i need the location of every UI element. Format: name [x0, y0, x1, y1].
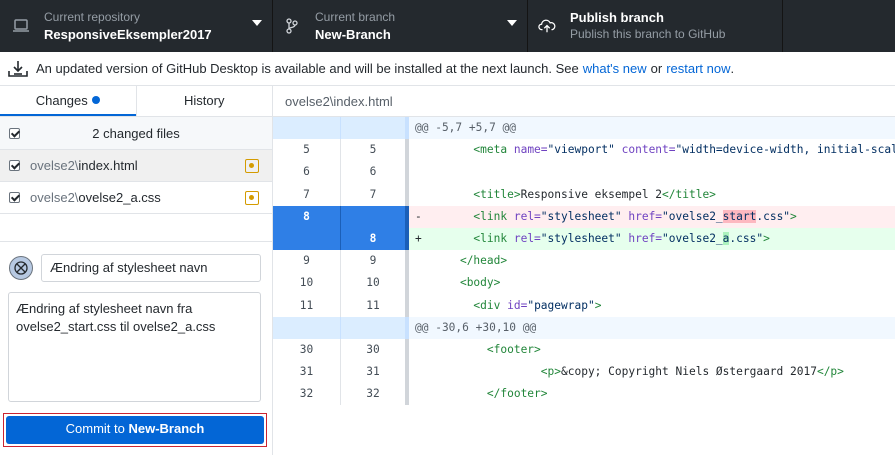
banner-end: . [730, 61, 735, 76]
file-row[interactable]: ovelse2\index.html [0, 150, 272, 182]
old-line-number: 11 [273, 294, 341, 317]
download-icon [8, 60, 28, 78]
new-line-number: 8 [341, 227, 409, 251]
diff-line[interactable]: 66 [273, 161, 895, 184]
commit-button-focus-ring: Commit to New-Branch [3, 413, 267, 447]
tab-history-label: History [184, 93, 225, 108]
branch-icon [283, 17, 301, 35]
cloud-upload-icon [538, 17, 556, 35]
new-line-number: 9 [341, 250, 409, 273]
diff-line[interactable]: 99 </head> [273, 250, 895, 273]
old-line-number: 7 [273, 183, 341, 206]
select-all-checkbox[interactable] [9, 127, 20, 139]
diff-line[interactable]: 77 <title>Responsive eksempel 2</title> [273, 183, 895, 206]
new-line-number: 10 [341, 272, 409, 295]
file-path-header: ovelse2\index.html [273, 86, 895, 117]
code-line: <body> [459, 276, 501, 290]
old-line-number: 30 [273, 338, 341, 362]
code-line: + <link rel="stylesheet" href="ovelse2_a… [415, 231, 770, 245]
file-row[interactable]: ovelse2\ovelse2_a.css [0, 182, 272, 214]
diff-line[interactable]: 30 30 <footer> [273, 338, 895, 362]
file-path: ovelse2\ovelse2_a.css [30, 190, 161, 205]
code-line: </head> [459, 254, 508, 268]
old-line-number: 8 [273, 205, 341, 228]
publish-subtitle: Publish this branch to GitHub [570, 27, 726, 41]
changes-indicator-dot [91, 96, 100, 104]
code-line: - <link rel="stylesheet" href="ovelse2_s… [415, 209, 797, 223]
old-line-number: 5 [273, 139, 341, 162]
diff-line[interactable]: 11 11 <div id="pagewrap"> [273, 294, 895, 317]
diff-line[interactable]: 55 <meta name="viewport" content="width=… [273, 139, 895, 162]
update-banner: An updated version of GitHub Desktop is … [0, 52, 895, 86]
tab-changes-label: Changes [35, 93, 88, 108]
laptop-icon [12, 17, 30, 35]
chevron-down-icon [252, 20, 262, 26]
old-line-number [273, 227, 341, 251]
commit-button[interactable]: Commit to New-Branch [6, 416, 264, 444]
diff-line-added[interactable]: 8 + <link rel="stylesheet" href="ovelse2… [273, 227, 895, 251]
code-line: <footer> [486, 342, 541, 356]
restart-now-link[interactable]: restart now [666, 61, 730, 76]
toolbar: Current repository ResponsiveEksempler20… [0, 0, 895, 52]
old-line-number: 6 [273, 161, 341, 184]
old-line-number: 9 [273, 250, 341, 273]
diff-line[interactable]: 31 31 <p>&copy; Copyright Niels Østergaar… [273, 361, 895, 384]
changed-files-count: 2 changed files [92, 125, 180, 141]
file-modified-icon [245, 158, 259, 173]
commit-description-input[interactable]: Ændring af stylesheet navn fra ovelse2_s… [8, 292, 261, 402]
commit-button-branch: New-Branch [128, 421, 205, 436]
code-line: <div id="pagewrap"> [473, 298, 602, 312]
sidebar: Changes History 2 changed files ovelse2\… [0, 86, 273, 455]
whats-new-link[interactable]: what's new [583, 61, 647, 76]
repository-label: Current repository [44, 10, 141, 24]
diff-line[interactable]: 32 32 </footer> [273, 383, 895, 406]
chevron-down-icon [507, 20, 517, 26]
diff-line-deleted[interactable]: 8 - <link rel="stylesheet" href="ovelse2… [273, 205, 895, 228]
old-line-number: 32 [273, 383, 341, 406]
branch-label: Current branch [315, 10, 396, 24]
branch-name: New-Branch [315, 27, 391, 42]
avatar [9, 256, 33, 280]
new-line-number: 31 [341, 361, 409, 384]
old-line-number: 31 [273, 361, 341, 384]
changed-files-header: 2 changed files [0, 117, 272, 150]
file-modified-icon [245, 190, 259, 205]
diff-line[interactable]: 10 10 <body> [273, 272, 895, 295]
code-line: <meta name="viewport" content="width=dev… [473, 143, 895, 157]
new-line-number: 11 [341, 294, 409, 317]
hunk-header[interactable]: @@ -30,6 +30,10 @@ [273, 316, 895, 339]
tab-history[interactable]: History [135, 86, 273, 116]
branch-selector[interactable]: Current branch New-Branch [273, 0, 528, 52]
old-line-number: 10 [273, 272, 341, 295]
commit-button-prefix: Commit to [65, 421, 129, 436]
new-line-number [341, 205, 409, 228]
sidebar-tabs: Changes History [0, 86, 272, 117]
banner-text: An updated version of GitHub Desktop is … [36, 61, 579, 76]
commit-message-area: Ændring af stylesheet navn Ændring af st… [0, 241, 272, 455]
repository-name: ResponsiveEksempler2017 [44, 27, 212, 42]
diff-panel: ovelse2\index.html @@ -5,7 +5,7 @@ 55 <m… [273, 86, 895, 455]
code-line: </footer> [486, 387, 548, 401]
file-path: ovelse2\index.html [30, 158, 138, 173]
banner-or: or [650, 61, 663, 76]
commit-summary-input[interactable]: Ændring af stylesheet navn [41, 254, 261, 282]
new-line-number: 5 [341, 139, 409, 162]
hunk-header[interactable]: @@ -5,7 +5,7 @@ [273, 117, 895, 140]
new-line-number: 7 [341, 183, 409, 206]
file-checkbox[interactable] [9, 160, 20, 171]
file-checkbox[interactable] [9, 192, 20, 203]
code-line: <title>Responsive eksempel 2</title> [473, 187, 716, 201]
code-line: <p>&copy; Copyright Niels Østergaard 201… [540, 365, 844, 379]
publish-branch-button[interactable]: Publish this branch to GitHub Publish br… [528, 0, 783, 52]
new-line-number: 30 [341, 338, 409, 362]
tab-changes[interactable]: Changes [0, 86, 136, 116]
new-line-number: 32 [341, 383, 409, 406]
repository-selector[interactable]: Current repository ResponsiveEksempler20… [0, 0, 273, 52]
new-line-number: 6 [341, 161, 409, 184]
diff-view: @@ -5,7 +5,7 @@ 55 <meta name="viewport"… [273, 117, 895, 406]
publish-title: Publish branch [570, 10, 664, 25]
